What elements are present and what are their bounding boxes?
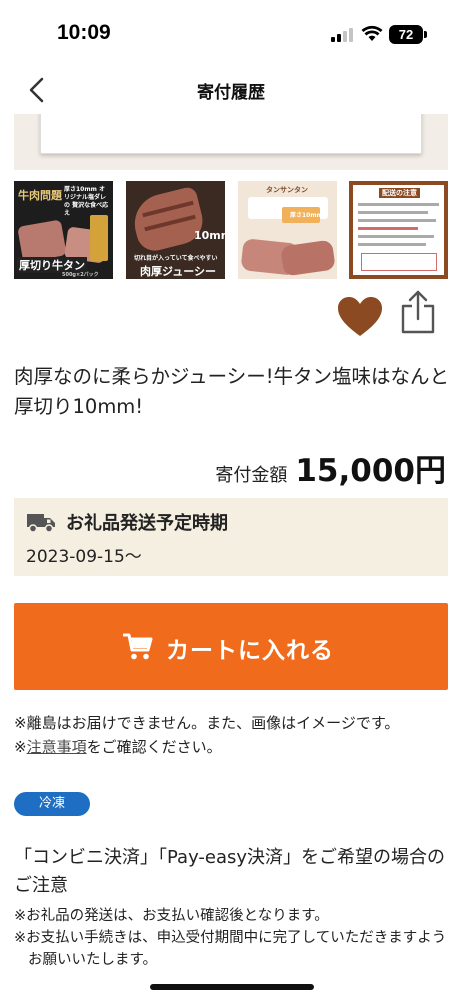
truck-icon — [27, 514, 55, 533]
shipping-date: 2023-09-15〜 — [26, 547, 142, 567]
home-indicator — [150, 984, 314, 990]
shipping-title: お礼品発送予定時期 — [66, 513, 228, 534]
price-row: 寄付金額 15,000円 — [0, 445, 446, 490]
caution-link[interactable]: 注意事項 — [27, 738, 87, 756]
battery-tip — [424, 31, 427, 38]
add-to-cart-label: カートに入れる — [166, 638, 334, 664]
banner-card: ▼ ▼ — [40, 114, 422, 154]
note-caution: ※注意事項をご確認ください。 — [14, 738, 222, 756]
price-value: 15,000円 — [295, 453, 446, 489]
payment-notice-title: 「コンビニ決済」「Pay-easy決済」をご希望の場合のご注意 — [14, 847, 446, 896]
cellular-signal-icon — [331, 28, 355, 42]
shipping-schedule-box: お礼品発送予定時期 2023-09-15〜 — [14, 498, 448, 576]
share-button[interactable] — [399, 289, 437, 335]
share-icon — [401, 290, 435, 334]
page-title: 寄付履歴 — [197, 83, 265, 103]
main-image-fragment: ▼ ▼ — [14, 114, 448, 170]
page: 10:09 72 寄付履歴 ▼ ▼ — [0, 0, 462, 1000]
cart-icon — [123, 633, 153, 660]
thumbnail-4[interactable]: 配送の注意 — [349, 181, 448, 279]
frozen-badge: 冷凍 — [14, 792, 90, 816]
notes: ※離島はお届けできません。また、画像はイメージです。 ※注意事項をご確認ください… — [14, 711, 454, 759]
add-to-cart-button[interactable]: カートに入れる — [14, 603, 448, 690]
wifi-icon — [361, 25, 383, 41]
status-bar: 10:09 72 — [0, 0, 462, 68]
payment-notes: ※お礼品の発送は、お支払い確認後となります。 ※お支払い手続きは、申込受付期間中… — [14, 905, 454, 971]
thumbnail-2[interactable]: 10mm 切れ目が入っていて食べやすい 肉厚ジューシー — [126, 181, 225, 279]
price-label: 寄付金額 — [215, 465, 288, 486]
payment-note-1: ※お礼品の発送は、お支払い確認後となります。 — [14, 908, 329, 924]
thumbnail-1[interactable]: 牛肉問題 厚さ10mm オリジナル塩ダレの 贅沢な食べ応え 厚切り牛タン 500… — [14, 181, 113, 279]
note-remote-islands: ※離島はお届けできません。また、画像はイメージです。 — [14, 714, 400, 732]
battery-icon: 72 — [389, 25, 423, 44]
thumbnail-strip: 牛肉問題 厚さ10mm オリジナル塩ダレの 贅沢な食べ応え 厚切り牛タン 500… — [14, 181, 448, 279]
status-time: 10:09 — [57, 21, 111, 44]
favorite-button[interactable] — [337, 296, 383, 338]
product-title: 肉厚なのに柔らかジューシー!牛タン塩味はなんと厚切り10mm! — [14, 365, 450, 418]
thumbnail-3[interactable]: タンサンタン 厚さ10mm — [238, 181, 337, 279]
heart-icon — [338, 297, 382, 336]
nav-bar: 寄付履歴 — [0, 68, 462, 114]
payment-note-2: ※お支払い手続きは、申込受付期間中に完了していただきますようお願いいたします。 — [14, 930, 447, 968]
